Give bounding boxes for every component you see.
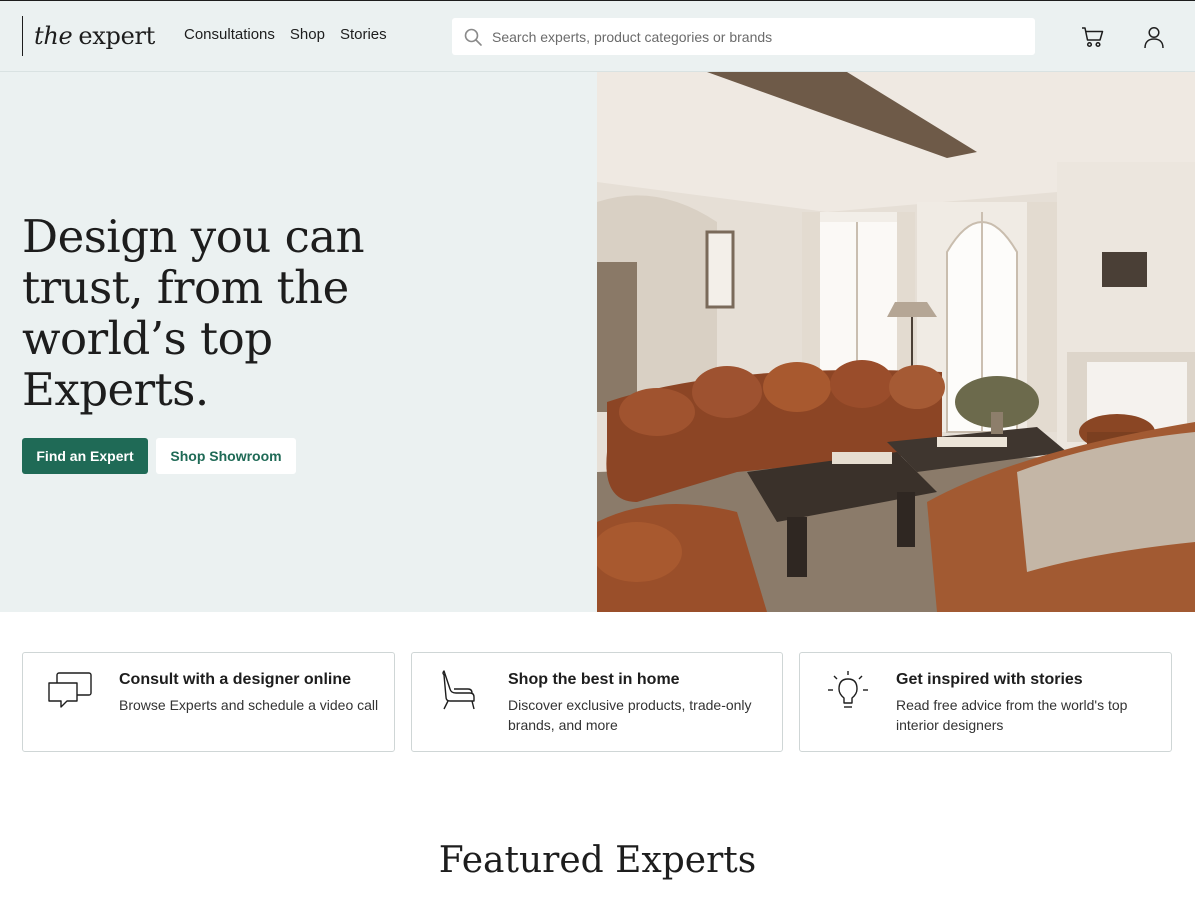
feature-title: Consult with a designer online (119, 671, 352, 688)
logo-the: the (34, 22, 73, 50)
nav-stories[interactable]: Stories (340, 26, 387, 43)
logo[interactable]: the expert (22, 16, 155, 56)
hero-living-room-image (597, 72, 1195, 612)
user-icon[interactable] (1142, 25, 1166, 49)
lounge-chair-icon (442, 670, 475, 710)
shop-showroom-button[interactable]: Shop Showroom (156, 438, 296, 474)
feature-card-shop[interactable]: Shop the best in home Discover exclusive… (411, 652, 783, 752)
site-header: the expert Consultations Shop Stories (0, 0, 1195, 72)
featured-experts-heading: Featured Experts (438, 840, 757, 881)
search-icon (464, 28, 482, 46)
logo-expert: expert (78, 22, 156, 50)
search-input[interactable] (492, 28, 1035, 45)
find-expert-button[interactable]: Find an Expert (22, 438, 148, 474)
feature-title: Shop the best in home (508, 671, 680, 688)
feature-card-consult[interactable]: Consult with a designer online Browse Ex… (22, 652, 395, 752)
feature-description: Read free advice from the world's top in… (896, 697, 1128, 733)
hero-title: Design you can trust, from the world’s t… (22, 210, 365, 416)
feature-card-stories[interactable]: Get inspired with stories Read free advi… (799, 652, 1172, 752)
nav-shop[interactable]: Shop (290, 26, 325, 43)
cart-icon[interactable] (1081, 25, 1105, 49)
main-nav: Consultations Shop Stories (184, 26, 387, 43)
hero-section: Design you can trust, from the world’s t… (0, 72, 597, 612)
feature-title: Get inspired with stories (896, 671, 1083, 688)
feature-description: Discover exclusive products, trade-only … (508, 697, 752, 733)
search-bar[interactable] (452, 18, 1035, 55)
feature-description: Browse Experts and schedule a video call (119, 697, 379, 713)
nav-consultations[interactable]: Consultations (184, 26, 275, 43)
lightbulb-icon (828, 671, 868, 708)
chat-bubbles-icon (48, 672, 92, 708)
